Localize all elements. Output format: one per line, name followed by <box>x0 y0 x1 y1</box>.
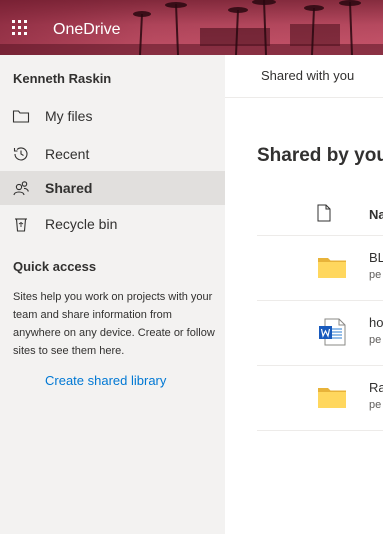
waffle-icon[interactable] <box>12 20 28 36</box>
clock-icon <box>13 147 28 161</box>
list-item[interactable]: BL pe <box>257 236 383 301</box>
item-name[interactable]: ho <box>369 315 383 330</box>
tab-bar: Shared with you <box>225 55 383 98</box>
list-item[interactable]: Ra pe <box>257 366 383 431</box>
quick-access-title: Quick access <box>13 259 97 274</box>
onedrive-window: OneDrive Kenneth Raskin My files Recent <box>0 0 383 534</box>
folder-icon <box>318 258 346 278</box>
nav-item-recycle-bin[interactable]: Recycle bin <box>0 207 225 241</box>
app-name[interactable]: OneDrive <box>53 20 121 40</box>
people-icon <box>13 181 29 196</box>
nav-item-label: Recent <box>45 146 90 162</box>
user-name: Kenneth Raskin <box>13 71 112 86</box>
quick-access-description: Sites help you work on projects with you… <box>13 291 215 357</box>
nav-item-label: Recycle bin <box>45 216 118 232</box>
item-sharer: pe <box>369 399 382 411</box>
left-nav: Kenneth Raskin My files Recent Shared Re… <box>0 55 225 534</box>
folder-icon <box>12 110 30 123</box>
tab-shared-with-you[interactable]: Shared with you <box>261 68 354 83</box>
folder-icon <box>318 388 346 408</box>
column-header-row: Na <box>257 198 383 236</box>
word-document-icon <box>319 318 346 346</box>
nav-item-label: Shared <box>45 180 93 196</box>
main-content: Shared with you Shared by you Na BL pe h… <box>225 55 383 534</box>
item-sharer: pe <box>369 269 382 281</box>
column-name-header[interactable]: Na <box>369 207 383 222</box>
item-name[interactable]: BL <box>369 250 383 265</box>
list-item[interactable]: ho pe <box>257 301 383 366</box>
file-type-icon[interactable] <box>317 204 331 222</box>
page-title: Shared by you <box>257 145 383 166</box>
nav-item-shared[interactable]: Shared <box>0 171 225 205</box>
nav-item-my-files[interactable]: My files <box>0 99 225 133</box>
header-banner: OneDrive <box>0 0 383 55</box>
recycle-bin-icon <box>15 218 27 232</box>
create-shared-library-link[interactable]: Create shared library <box>45 373 166 388</box>
item-sharer: pe <box>369 334 382 346</box>
item-name[interactable]: Ra <box>369 380 383 395</box>
nav-item-label: My files <box>45 108 93 124</box>
nav-item-recent[interactable]: Recent <box>0 137 225 171</box>
